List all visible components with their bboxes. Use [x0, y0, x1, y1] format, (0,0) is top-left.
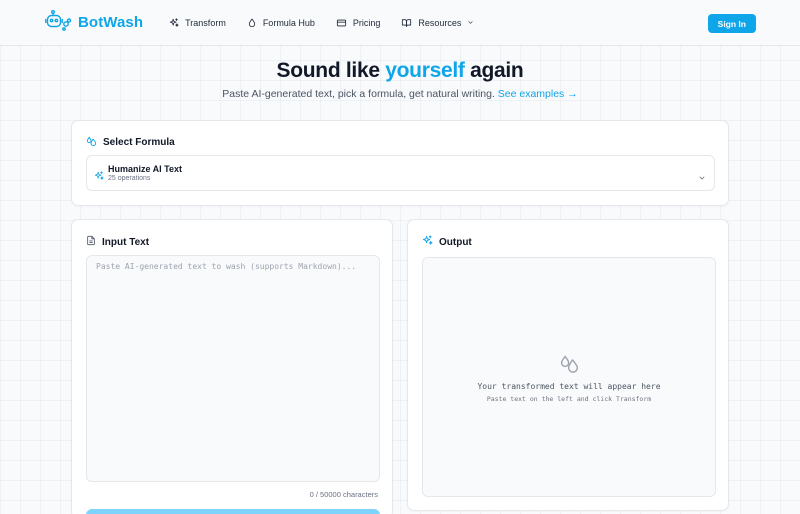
sign-in-button[interactable]: Sign In	[707, 14, 756, 33]
output-empty-message: Your transformed text will appear here	[477, 382, 661, 391]
subtitle-text: Paste AI-generated text, pick a formula,…	[222, 88, 495, 100]
sparkles-icon	[422, 235, 433, 249]
nav-item-formula-hub[interactable]: Formula Hub	[247, 18, 315, 28]
droplets-icon	[559, 352, 580, 378]
output-card-header: Output	[422, 235, 472, 249]
credit-card-icon	[336, 18, 347, 28]
sparkles-icon	[169, 17, 179, 28]
page-title: Sound like yourself again	[0, 59, 800, 83]
sparkles-icon	[94, 168, 104, 186]
title-text: Sound like	[276, 59, 386, 82]
robot-icon	[44, 9, 72, 36]
nav-item-pricing[interactable]: Pricing	[336, 17, 381, 28]
input-card-header: Input Text	[86, 235, 149, 249]
title-text-end: again	[464, 59, 524, 82]
output-card: Output Your transformed text will appear…	[407, 219, 729, 511]
see-examples-link[interactable]: See examples →	[498, 88, 578, 100]
formula-card-header: Select Formula	[86, 135, 175, 149]
chevron-down-icon	[698, 169, 706, 187]
nav-label: Resources	[418, 17, 462, 28]
output-empty-hint: Paste text on the left and click Transfo…	[486, 395, 652, 403]
top-header: BotWash Transform Formula Hub Pricing Re…	[0, 0, 800, 46]
document-icon	[86, 235, 96, 249]
droplet-icon	[247, 18, 257, 28]
nav-item-resources[interactable]: Resources	[401, 18, 474, 28]
selected-formula-operations: 25 operations	[108, 175, 151, 182]
character-count: 0 / 50000 characters	[309, 490, 378, 499]
logo[interactable]: BotWash	[44, 9, 143, 36]
book-icon	[401, 18, 412, 28]
output-panel: Your transformed text will appear here P…	[422, 257, 716, 497]
input-card-title: Input Text	[102, 236, 150, 248]
formula-card: Select Formula Humanize AI Text 25 opera…	[71, 120, 729, 206]
chevron-down-icon	[467, 19, 474, 26]
title-accent: yourself	[385, 59, 465, 82]
output-card-title: Output	[439, 236, 472, 248]
formula-card-title: Select Formula	[103, 136, 175, 148]
transform-button[interactable]	[86, 509, 380, 514]
nav-label: Transform	[185, 17, 226, 28]
nav-item-transform[interactable]: Transform	[169, 18, 226, 28]
formula-select[interactable]: Humanize AI Text 25 operations	[86, 155, 715, 191]
nav-label: Formula Hub	[262, 17, 315, 28]
app-name: BotWash	[78, 14, 144, 31]
nav-label: Pricing	[352, 17, 381, 28]
droplets-icon	[86, 135, 97, 149]
selected-formula-name: Humanize AI Text	[108, 164, 183, 174]
page-subtitle: Paste AI-generated text, pick a formula,…	[0, 88, 800, 100]
main-nav: Transform Formula Hub Pricing Resources	[169, 18, 474, 28]
input-card: Input Text 0 / 50000 characters	[71, 219, 393, 514]
input-textarea[interactable]	[86, 255, 380, 482]
